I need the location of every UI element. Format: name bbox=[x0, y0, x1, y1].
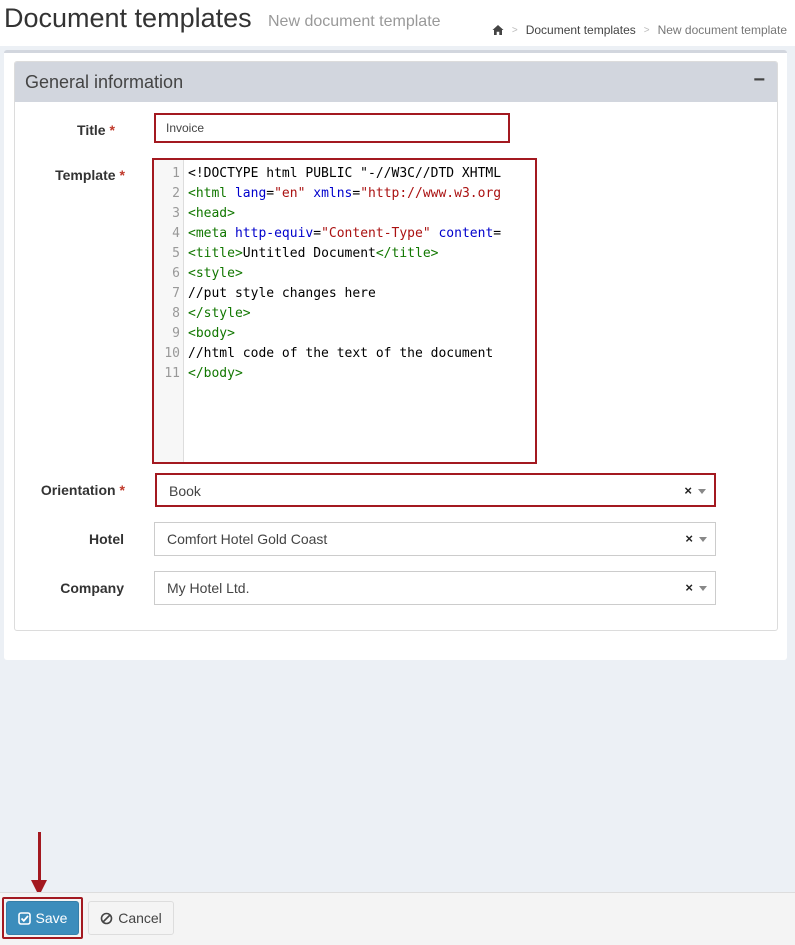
save-button[interactable]: Save bbox=[6, 901, 79, 935]
line-number: 4 bbox=[172, 226, 180, 241]
company-label: Company bbox=[60, 580, 124, 596]
code-line: <body> bbox=[188, 326, 235, 341]
code-line: //put style changes here bbox=[188, 286, 376, 301]
ban-icon bbox=[100, 912, 113, 924]
page-header: Document templates New document template… bbox=[0, 0, 795, 46]
line-number: 1 bbox=[172, 166, 180, 181]
code-line: </style> bbox=[188, 306, 251, 321]
clear-icon[interactable]: × bbox=[684, 483, 692, 498]
code-string: "http://www.w3.org bbox=[360, 186, 502, 201]
required-mark: * bbox=[109, 122, 115, 138]
line-number: 2 bbox=[172, 186, 180, 201]
title-label: Title * bbox=[5, 122, 115, 138]
line-number: 5 bbox=[172, 246, 180, 261]
collapse-button[interactable]: − bbox=[753, 70, 765, 90]
code-string: "Content-Type" bbox=[321, 226, 431, 241]
code-line: <html lang="en" xmlns="http://www.w3.org bbox=[188, 186, 501, 201]
company-selected-value: My Hotel Ltd. bbox=[167, 580, 250, 596]
home-icon[interactable] bbox=[492, 24, 504, 36]
company-select[interactable]: My Hotel Ltd. × bbox=[154, 571, 716, 605]
code-attr: xmlns bbox=[305, 186, 353, 201]
code-string: "en" bbox=[274, 186, 306, 201]
code-text: = bbox=[266, 186, 275, 201]
line-number: 3 bbox=[172, 206, 180, 221]
code-tag: <title> bbox=[188, 246, 243, 261]
breadcrumb-item-document-templates[interactable]: Document templates bbox=[526, 23, 636, 37]
hotel-label: Hotel bbox=[89, 531, 124, 547]
clear-icon[interactable]: × bbox=[685, 580, 693, 595]
dropdown-arrow-icon[interactable] bbox=[698, 489, 706, 494]
cancel-button[interactable]: Cancel bbox=[88, 901, 174, 935]
panel-header: General information − bbox=[15, 62, 777, 102]
code-tag: </title> bbox=[375, 246, 439, 261]
orientation-select[interactable]: Book × bbox=[155, 473, 716, 507]
dropdown-arrow-icon[interactable] bbox=[699, 537, 707, 542]
code-line: <!DOCTYPE html PUBLIC "-//W3C//DTD XHTML bbox=[188, 166, 501, 181]
hotel-selected-value: Comfort Hotel Gold Coast bbox=[167, 531, 328, 547]
orientation-label: Orientation * bbox=[15, 482, 125, 498]
code-attr: http-equiv bbox=[234, 226, 314, 241]
code-line: <meta http-equiv="Content-Type" content= bbox=[188, 226, 501, 241]
code-line: <head> bbox=[188, 206, 235, 221]
line-number: 9 bbox=[172, 326, 180, 341]
breadcrumb: > Document templates > New document temp… bbox=[492, 23, 787, 37]
orientation-selected-value: Book bbox=[169, 483, 201, 499]
template-label: Template * bbox=[15, 167, 125, 183]
code-text: = bbox=[313, 226, 322, 241]
panel-title: General information bbox=[25, 72, 184, 92]
breadcrumb-item-current: New document template bbox=[657, 23, 787, 37]
line-number-gutter: 1 2 3 4 5 6 7 8 9 10 11 bbox=[154, 160, 184, 462]
save-button-label: Save bbox=[35, 910, 68, 926]
code-tag: <meta bbox=[188, 226, 235, 241]
template-code-editor[interactable]: 1 2 3 4 5 6 7 8 9 10 11 <!DOCTYPE html P… bbox=[152, 158, 537, 464]
code-line: <title>Untitled Document</title> bbox=[188, 246, 438, 261]
title-input[interactable] bbox=[154, 113, 510, 143]
code-line: //html code of the text of the document bbox=[188, 346, 494, 361]
code-line: </body> bbox=[188, 366, 243, 381]
hotel-select[interactable]: Comfort Hotel Gold Coast × bbox=[154, 522, 716, 556]
orientation-label-text: Orientation bbox=[40, 482, 116, 498]
line-number: 8 bbox=[172, 306, 180, 321]
code-text: = bbox=[493, 226, 502, 241]
title-label-text: Title bbox=[77, 122, 106, 138]
clear-icon[interactable]: × bbox=[685, 531, 693, 546]
code-tag: <html bbox=[188, 186, 235, 201]
required-mark: * bbox=[119, 482, 125, 498]
page-subtitle: New document template bbox=[268, 13, 441, 30]
required-mark: * bbox=[119, 167, 125, 183]
dropdown-arrow-icon[interactable] bbox=[699, 586, 707, 591]
line-number: 11 bbox=[164, 366, 180, 381]
code-text: <!DOCTYPE html PUBLIC "-//W3C//DTD XHTML bbox=[188, 166, 502, 181]
template-label-text: Template bbox=[55, 167, 116, 183]
cancel-button-label: Cancel bbox=[118, 910, 162, 926]
code-line: <style> bbox=[188, 266, 243, 281]
breadcrumb-separator: > bbox=[511, 24, 518, 36]
annotation-arrow-line bbox=[38, 832, 41, 884]
line-number: 7 bbox=[172, 286, 180, 301]
check-square-icon bbox=[17, 911, 31, 925]
breadcrumb-separator: > bbox=[643, 24, 650, 36]
page-title: Document templates bbox=[4, 3, 252, 33]
code-text: Untitled Document bbox=[242, 246, 376, 261]
line-number: 10 bbox=[164, 346, 180, 361]
line-number: 6 bbox=[172, 266, 180, 281]
code-attr: content bbox=[430, 226, 494, 241]
code-attr: lang bbox=[234, 186, 267, 201]
